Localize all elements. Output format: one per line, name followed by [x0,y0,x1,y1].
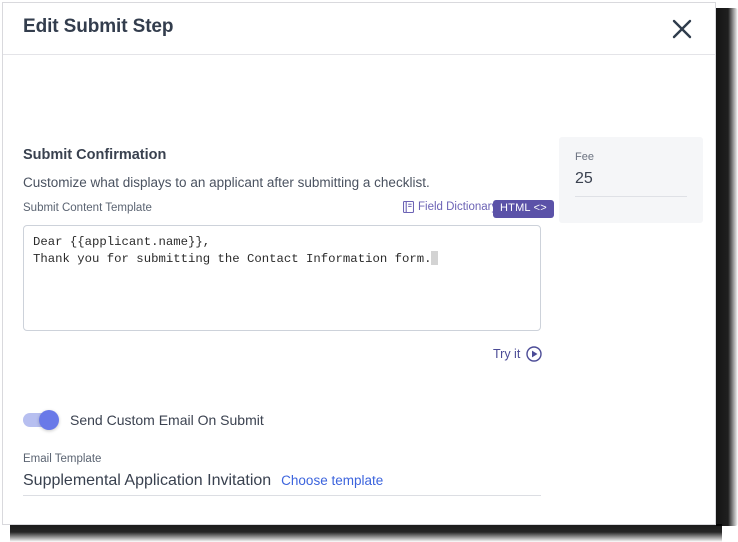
send-custom-email-toggle[interactable] [23,410,59,430]
edit-submit-step-dialog: Edit Submit Step Submit Confirmation Cus… [2,2,716,525]
modal-shadow-bottom [10,524,722,542]
text-caret [431,251,439,265]
send-custom-email-label: Send Custom Email On Submit [70,412,264,428]
template-line-1: Dear {{applicant.name}}, [33,235,211,249]
dialog-title: Edit Submit Step [23,16,174,37]
book-icon [403,201,414,213]
fee-value[interactable]: 25 [575,170,593,188]
field-dictionary-button[interactable]: Field Dictionary [403,201,497,213]
template-line-2: Thank you for submitting the Contact Inf… [33,252,432,266]
fee-label: Fee [575,151,594,163]
modal-shadow-right [716,8,738,526]
choose-template-link[interactable]: Choose template [281,473,383,488]
try-it-label: Try it [493,347,521,361]
section-description: Customize what displays to an applicant … [23,175,430,190]
close-icon[interactable] [666,13,698,45]
field-dictionary-label: Field Dictionary [418,201,498,213]
screen-canvas: Edit Submit Step Submit Confirmation Cus… [0,0,738,542]
dialog-body: Submit Confirmation Customize what displ… [3,55,715,524]
section-heading: Submit Confirmation [23,147,167,163]
fee-underline [575,196,687,197]
email-template-label: Email Template [23,453,102,465]
try-it-button[interactable]: Try it [493,346,543,362]
play-circle-icon [526,346,543,362]
send-custom-email-toggle-row[interactable]: Send Custom Email On Submit [23,410,264,430]
submit-content-template-label: Submit Content Template [23,202,152,214]
dialog-header: Edit Submit Step [3,3,715,55]
fee-panel: Fee 25 [559,137,703,223]
submit-content-template-input[interactable]: Dear {{applicant.name}}, Thank you for s… [23,225,541,331]
email-template-field: Supplemental Application Invitation Choo… [23,472,541,496]
toggle-knob [39,410,59,430]
email-template-value: Supplemental Application Invitation [23,472,272,489]
html-mode-chip[interactable]: HTML <> [493,200,554,218]
